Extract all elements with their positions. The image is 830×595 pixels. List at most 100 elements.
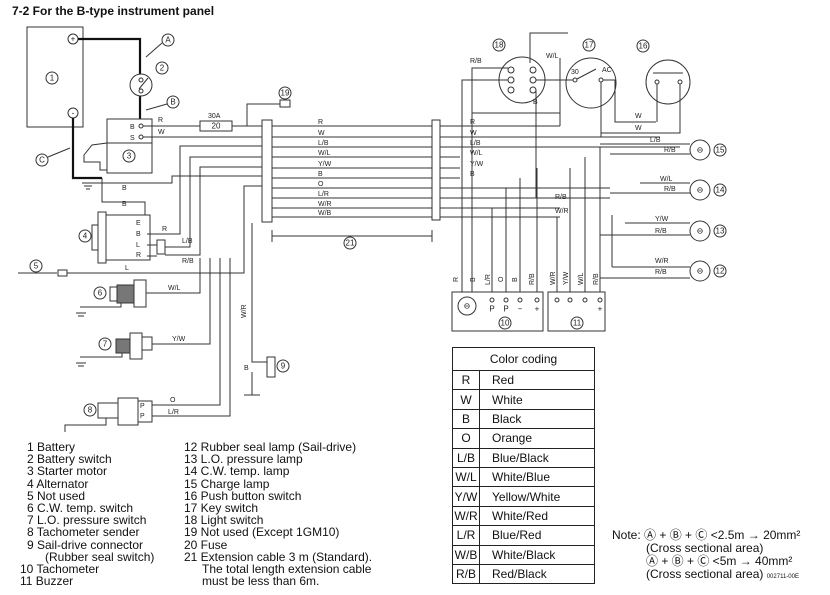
- figure-code: 002711-00E: [766, 574, 799, 580]
- svg-text:12: 12: [716, 267, 725, 276]
- svg-text:17: 17: [585, 41, 594, 50]
- svg-text:18: 18: [495, 41, 504, 50]
- svg-text:2: 2: [160, 64, 165, 73]
- svg-text:⊖: ⊖: [697, 186, 704, 195]
- svg-text:⊖: ⊖: [464, 302, 471, 311]
- svg-text:L/R: L/R: [318, 191, 329, 198]
- svg-text:W: W: [318, 130, 325, 137]
- extension-harness: R W L/B W/L Y/W B O L/R W/R W/B: [272, 119, 432, 218]
- svg-text:O: O: [170, 397, 176, 404]
- svg-text:L: L: [136, 242, 140, 249]
- note: Note: Ⓐ + Ⓑ + Ⓒ <2.5m → 20mm² (Cross sec…: [612, 529, 800, 584]
- table-row: W/R White/Red: [452, 505, 595, 527]
- harness-connector-right: [431, 119, 441, 221]
- svg-text:B: B: [533, 99, 538, 106]
- svg-text:W: W: [635, 125, 642, 132]
- svg-text:B: B: [170, 98, 175, 107]
- table-row: W White: [452, 389, 595, 410]
- svg-text:L/R: L/R: [168, 409, 179, 416]
- svg-text:L/B: L/B: [318, 140, 329, 147]
- legend-item: 11 Buzzer: [20, 574, 74, 589]
- table-row: Y/W Yellow/White: [452, 486, 595, 507]
- svg-text:+: +: [598, 305, 603, 314]
- svg-text:R: R: [158, 117, 163, 124]
- svg-text:Y/W: Y/W: [172, 336, 186, 343]
- svg-text:R/B: R/B: [470, 58, 482, 65]
- svg-text:9: 9: [281, 362, 286, 371]
- alternator: 4 E B L R: [78, 211, 151, 264]
- svg-text:10: 10: [501, 319, 510, 328]
- key-switch: 30 AC 17: [559, 38, 656, 137]
- note-line: (Cross sectional area): [646, 567, 764, 581]
- svg-text:15: 15: [716, 146, 725, 155]
- starter-motor: 3 B S: [83, 118, 153, 174]
- tachometer: ⊖ P P − + 10: [451, 291, 544, 332]
- svg-text:R: R: [318, 119, 323, 126]
- table-row: R Red: [452, 369, 595, 391]
- charge-lamp: L/B R/B ⊖ 15: [600, 137, 727, 161]
- cw-temp-switch: 6 W/L: [76, 258, 201, 317]
- svg-text:30A: 30A: [208, 113, 221, 120]
- note-line: Ⓐ + Ⓑ + Ⓒ <2.5m → 20mm²: [644, 528, 801, 542]
- battery-switch: 2: [129, 61, 169, 97]
- legend-item: 20 Fuse: [184, 537, 228, 552]
- light-switch: 18 R/B W/L B: [461, 32, 568, 198]
- svg-text:L/B: L/B: [650, 137, 661, 144]
- svg-text:W/L: W/L: [578, 272, 585, 285]
- svg-text:21: 21: [346, 239, 355, 248]
- svg-text:B: B: [318, 171, 323, 178]
- svg-text:B: B: [122, 185, 127, 192]
- svg-text:Y/W: Y/W: [655, 216, 669, 223]
- table-row: W/B White/Black: [452, 544, 595, 565]
- table-row: W/L White/Blue: [452, 466, 595, 488]
- table-row: R/B Red/Black: [452, 563, 595, 585]
- svg-text:B: B: [470, 277, 477, 282]
- svg-text:A: A: [165, 36, 171, 45]
- svg-text:C: C: [39, 156, 45, 165]
- svg-text:3: 3: [127, 152, 132, 161]
- svg-text:1: 1: [50, 74, 55, 83]
- svg-text:⊖: ⊖: [697, 267, 704, 276]
- svg-text:R/B: R/B: [555, 194, 567, 201]
- legend-item: 15 Charge lamp: [184, 476, 270, 491]
- table-row: L/B Blue/Black: [452, 447, 595, 468]
- fuse: 30A 20: [199, 113, 233, 132]
- battery: + - 1: [26, 26, 84, 128]
- svg-text:Y/W: Y/W: [563, 271, 570, 285]
- svg-text:30: 30: [571, 69, 579, 76]
- svg-text:W/L: W/L: [168, 285, 181, 292]
- svg-text:W/R: W/R: [555, 208, 569, 215]
- svg-text:P: P: [489, 305, 494, 314]
- svg-text:R: R: [453, 277, 460, 282]
- svg-text:O: O: [498, 276, 505, 282]
- table-row: B Black: [452, 408, 595, 430]
- svg-text:+: +: [71, 35, 76, 44]
- legend-item: must be less than 6m.: [202, 574, 320, 589]
- svg-text:Y/W: Y/W: [318, 161, 332, 168]
- svg-text:7: 7: [103, 340, 108, 349]
- svg-text:W/R: W/R: [550, 271, 557, 285]
- svg-text:⊖: ⊖: [697, 227, 704, 236]
- svg-text:20: 20: [212, 122, 221, 131]
- svg-text:11: 11: [573, 319, 582, 328]
- legend-item: 8 Tachometer sender: [27, 525, 140, 540]
- color-coding-header: Color coding: [452, 347, 595, 371]
- svg-text:W/L: W/L: [546, 53, 559, 60]
- svg-text:P: P: [140, 413, 145, 420]
- svg-text:B: B: [512, 277, 519, 282]
- svg-text:8: 8: [88, 406, 93, 415]
- lo-pressure-lamp: Y/W R/B ⊖ 13: [600, 216, 727, 242]
- svg-text:14: 14: [716, 186, 725, 195]
- svg-text:P: P: [503, 305, 508, 314]
- svg-text:L: L: [125, 265, 129, 272]
- svg-text:O: O: [318, 181, 324, 188]
- svg-text:R/B: R/B: [593, 273, 600, 285]
- svg-text:B: B: [122, 201, 127, 208]
- svg-text:R: R: [162, 226, 167, 233]
- svg-text:B: B: [130, 124, 135, 131]
- legend-left: 1 Battery 2 Battery switch 3 Starter mot…: [20, 441, 154, 588]
- svg-text:R/B: R/B: [664, 186, 676, 193]
- svg-text:AC: AC: [602, 67, 612, 74]
- svg-text:L/B: L/B: [182, 238, 193, 245]
- legend-item: 9 Sail-drive connector: [27, 537, 144, 552]
